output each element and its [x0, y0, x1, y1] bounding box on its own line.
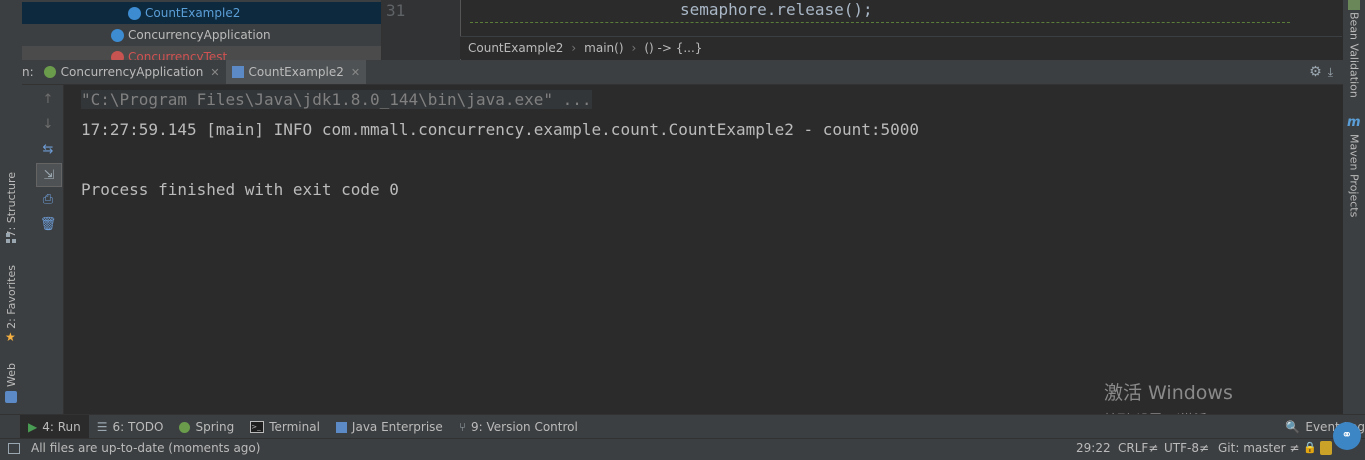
tree-item-label: ConcurrencyTest — [128, 50, 228, 60]
trash-icon[interactable]: 🗑 — [36, 213, 60, 235]
run-toolbar: ↑ ↓ ⇆ ⇲ ⎙ 🗑 — [32, 85, 64, 414]
scroll-to-end-icon[interactable]: ⇲ — [36, 163, 62, 187]
tree-item-label: ConcurrencyApplication — [128, 28, 271, 42]
spring-class-icon — [111, 28, 124, 42]
line-number: 31 — [386, 1, 406, 20]
code-line: semaphore.release(); — [680, 0, 873, 19]
breadcrumb-item[interactable]: () -> {...} — [644, 41, 702, 55]
close-icon[interactable]: ✕ — [351, 66, 360, 79]
file-encoding[interactable]: UTF-8≠ — [1164, 441, 1209, 455]
star-icon: ★ — [5, 330, 16, 344]
breadcrumb-item[interactable]: main() — [584, 41, 623, 55]
tab-run[interactable]: ▶ 4: Run — [20, 415, 89, 439]
up-arrow-icon[interactable]: ↑ — [36, 88, 60, 110]
tree-item-label: CountExample2 — [145, 6, 241, 20]
tab-todo[interactable]: ☰ 6: TODO — [89, 415, 172, 439]
bean-validation-tab[interactable]: Bean Validation — [1343, 12, 1365, 102]
project-tree: CountExample2 ConcurrencyApplication Con… — [22, 0, 382, 60]
tab-java-enterprise[interactable]: Java Enterprise — [328, 415, 451, 439]
hide-panel-icon[interactable]: ⤓ — [1328, 65, 1333, 80]
tab-label: 6: TODO — [112, 420, 164, 434]
spring-boot-icon — [43, 66, 56, 78]
tree-item-concurrencyapplication[interactable]: ConcurrencyApplication — [22, 24, 381, 46]
bottom-tool-bar: ▶ 4: Run ☰ 6: TODO Spring >_ Terminal Ja… — [0, 414, 1365, 439]
web-icon — [5, 391, 17, 403]
git-branch[interactable]: Git: master ≠ — [1218, 441, 1299, 455]
soft-wrap-icon[interactable]: ⇆ — [36, 138, 60, 160]
hector-icon[interactable] — [1320, 441, 1332, 455]
maven-projects-tab[interactable]: Maven Projects — [1343, 134, 1365, 224]
class-icon — [128, 6, 141, 20]
tab-label: 4: Run — [42, 420, 81, 434]
tab-label: Java Enterprise — [351, 420, 443, 434]
chevron-right-icon: › — [631, 41, 637, 55]
code-line-underline — [470, 0, 1290, 23]
chevron-right-icon: › — [571, 41, 577, 55]
run-tab-bar: n: ConcurrencyApplication ✕ CountExample… — [22, 60, 1343, 85]
breadcrumb-item[interactable]: CountExample2 — [468, 41, 563, 55]
tab-spring[interactable]: Spring — [171, 415, 242, 439]
tab-label: Spring — [195, 420, 235, 434]
web-tab[interactable]: Web — [0, 360, 22, 390]
run-tab-label: ConcurrencyApplication — [60, 65, 204, 79]
tree-item-concurrencytest[interactable]: ConcurrencyTest — [22, 46, 381, 60]
status-bar: All files are up-to-date (moments ago) 2… — [0, 438, 1365, 460]
run-tab-countexample2[interactable]: CountExample2 ✕ — [225, 60, 367, 84]
lock-icon[interactable]: 🔒 — [1303, 442, 1317, 454]
panel-toggle-icon[interactable] — [8, 443, 20, 454]
search-icon: 🔍 — [1285, 420, 1301, 434]
favorites-tab-label: 2: Favorites — [4, 265, 18, 329]
line-gutter: 31 — [382, 0, 461, 60]
run-panel-edge — [22, 85, 32, 414]
play-icon: ▶ — [28, 420, 38, 434]
console-output[interactable]: "C:\Program Files\Java\jdk1.8.0_144\bin\… — [64, 85, 1343, 414]
version-control-icon: ⑂ — [458, 420, 467, 434]
console-log-line: 17:27:59.145 [main] INFO com.mmall.concu… — [81, 120, 920, 139]
down-arrow-icon[interactable]: ↓ — [36, 113, 60, 135]
run-label: n: — [22, 65, 34, 79]
maven-icon: m — [1347, 115, 1361, 130]
terminal-icon: >_ — [250, 421, 265, 433]
cursor-position[interactable]: 29:22 — [1076, 441, 1111, 455]
tree-item-countexample2[interactable]: CountExample2 — [22, 2, 381, 24]
close-icon[interactable]: ✕ — [210, 66, 219, 79]
structure-tab-label: 7: Structure — [4, 172, 18, 238]
application-icon — [231, 66, 244, 78]
java-enterprise-icon — [335, 421, 347, 433]
console-command-line: "C:\Program Files\Java\jdk1.8.0_144\bin\… — [81, 90, 592, 109]
print-icon[interactable]: ⎙ — [36, 188, 60, 210]
maven-projects-label: Maven Projects — [1347, 134, 1361, 218]
breadcrumb: CountExample2 › main() › () -> {...} — [460, 36, 1343, 59]
tab-terminal[interactable]: >_ Terminal — [242, 415, 328, 439]
code-editor[interactable]: 31 semaphore.release(); CountExample2 › … — [382, 0, 1343, 60]
tab-label: 9: Version Control — [471, 420, 578, 434]
status-message: All files are up-to-date (moments ago) — [31, 441, 261, 455]
left-tool-strip: 7: Structure 2: Favorites ★ Web — [0, 0, 23, 414]
run-tab-concurrencyapplication[interactable]: ConcurrencyApplication ✕ — [38, 60, 226, 84]
console-exit-line: Process finished with exit code 0 — [81, 180, 399, 199]
watermark-title: 激活 Windows — [1104, 382, 1233, 404]
tab-version-control[interactable]: ⑂ 9: Version Control — [451, 415, 586, 439]
todo-icon: ☰ — [96, 420, 108, 434]
line-separator[interactable]: CRLF≠ — [1118, 441, 1158, 455]
spring-icon — [179, 421, 191, 433]
structure-icon — [5, 232, 17, 244]
cloud-sync-icon[interactable]: ⚭ — [1333, 422, 1361, 450]
tab-label: Terminal — [269, 420, 320, 434]
bean-validation-label: Bean Validation — [1347, 12, 1361, 98]
favorites-tab[interactable]: 2: Favorites — [0, 262, 22, 332]
bean-validation-icon — [1348, 0, 1360, 10]
test-class-icon — [111, 50, 124, 60]
web-tab-label: Web — [4, 363, 18, 387]
run-tab-label: CountExample2 — [248, 65, 344, 79]
right-tool-strip: Bean Validation m Maven Projects — [1342, 0, 1365, 414]
gear-icon[interactable]: ⚙ — [1309, 64, 1322, 80]
